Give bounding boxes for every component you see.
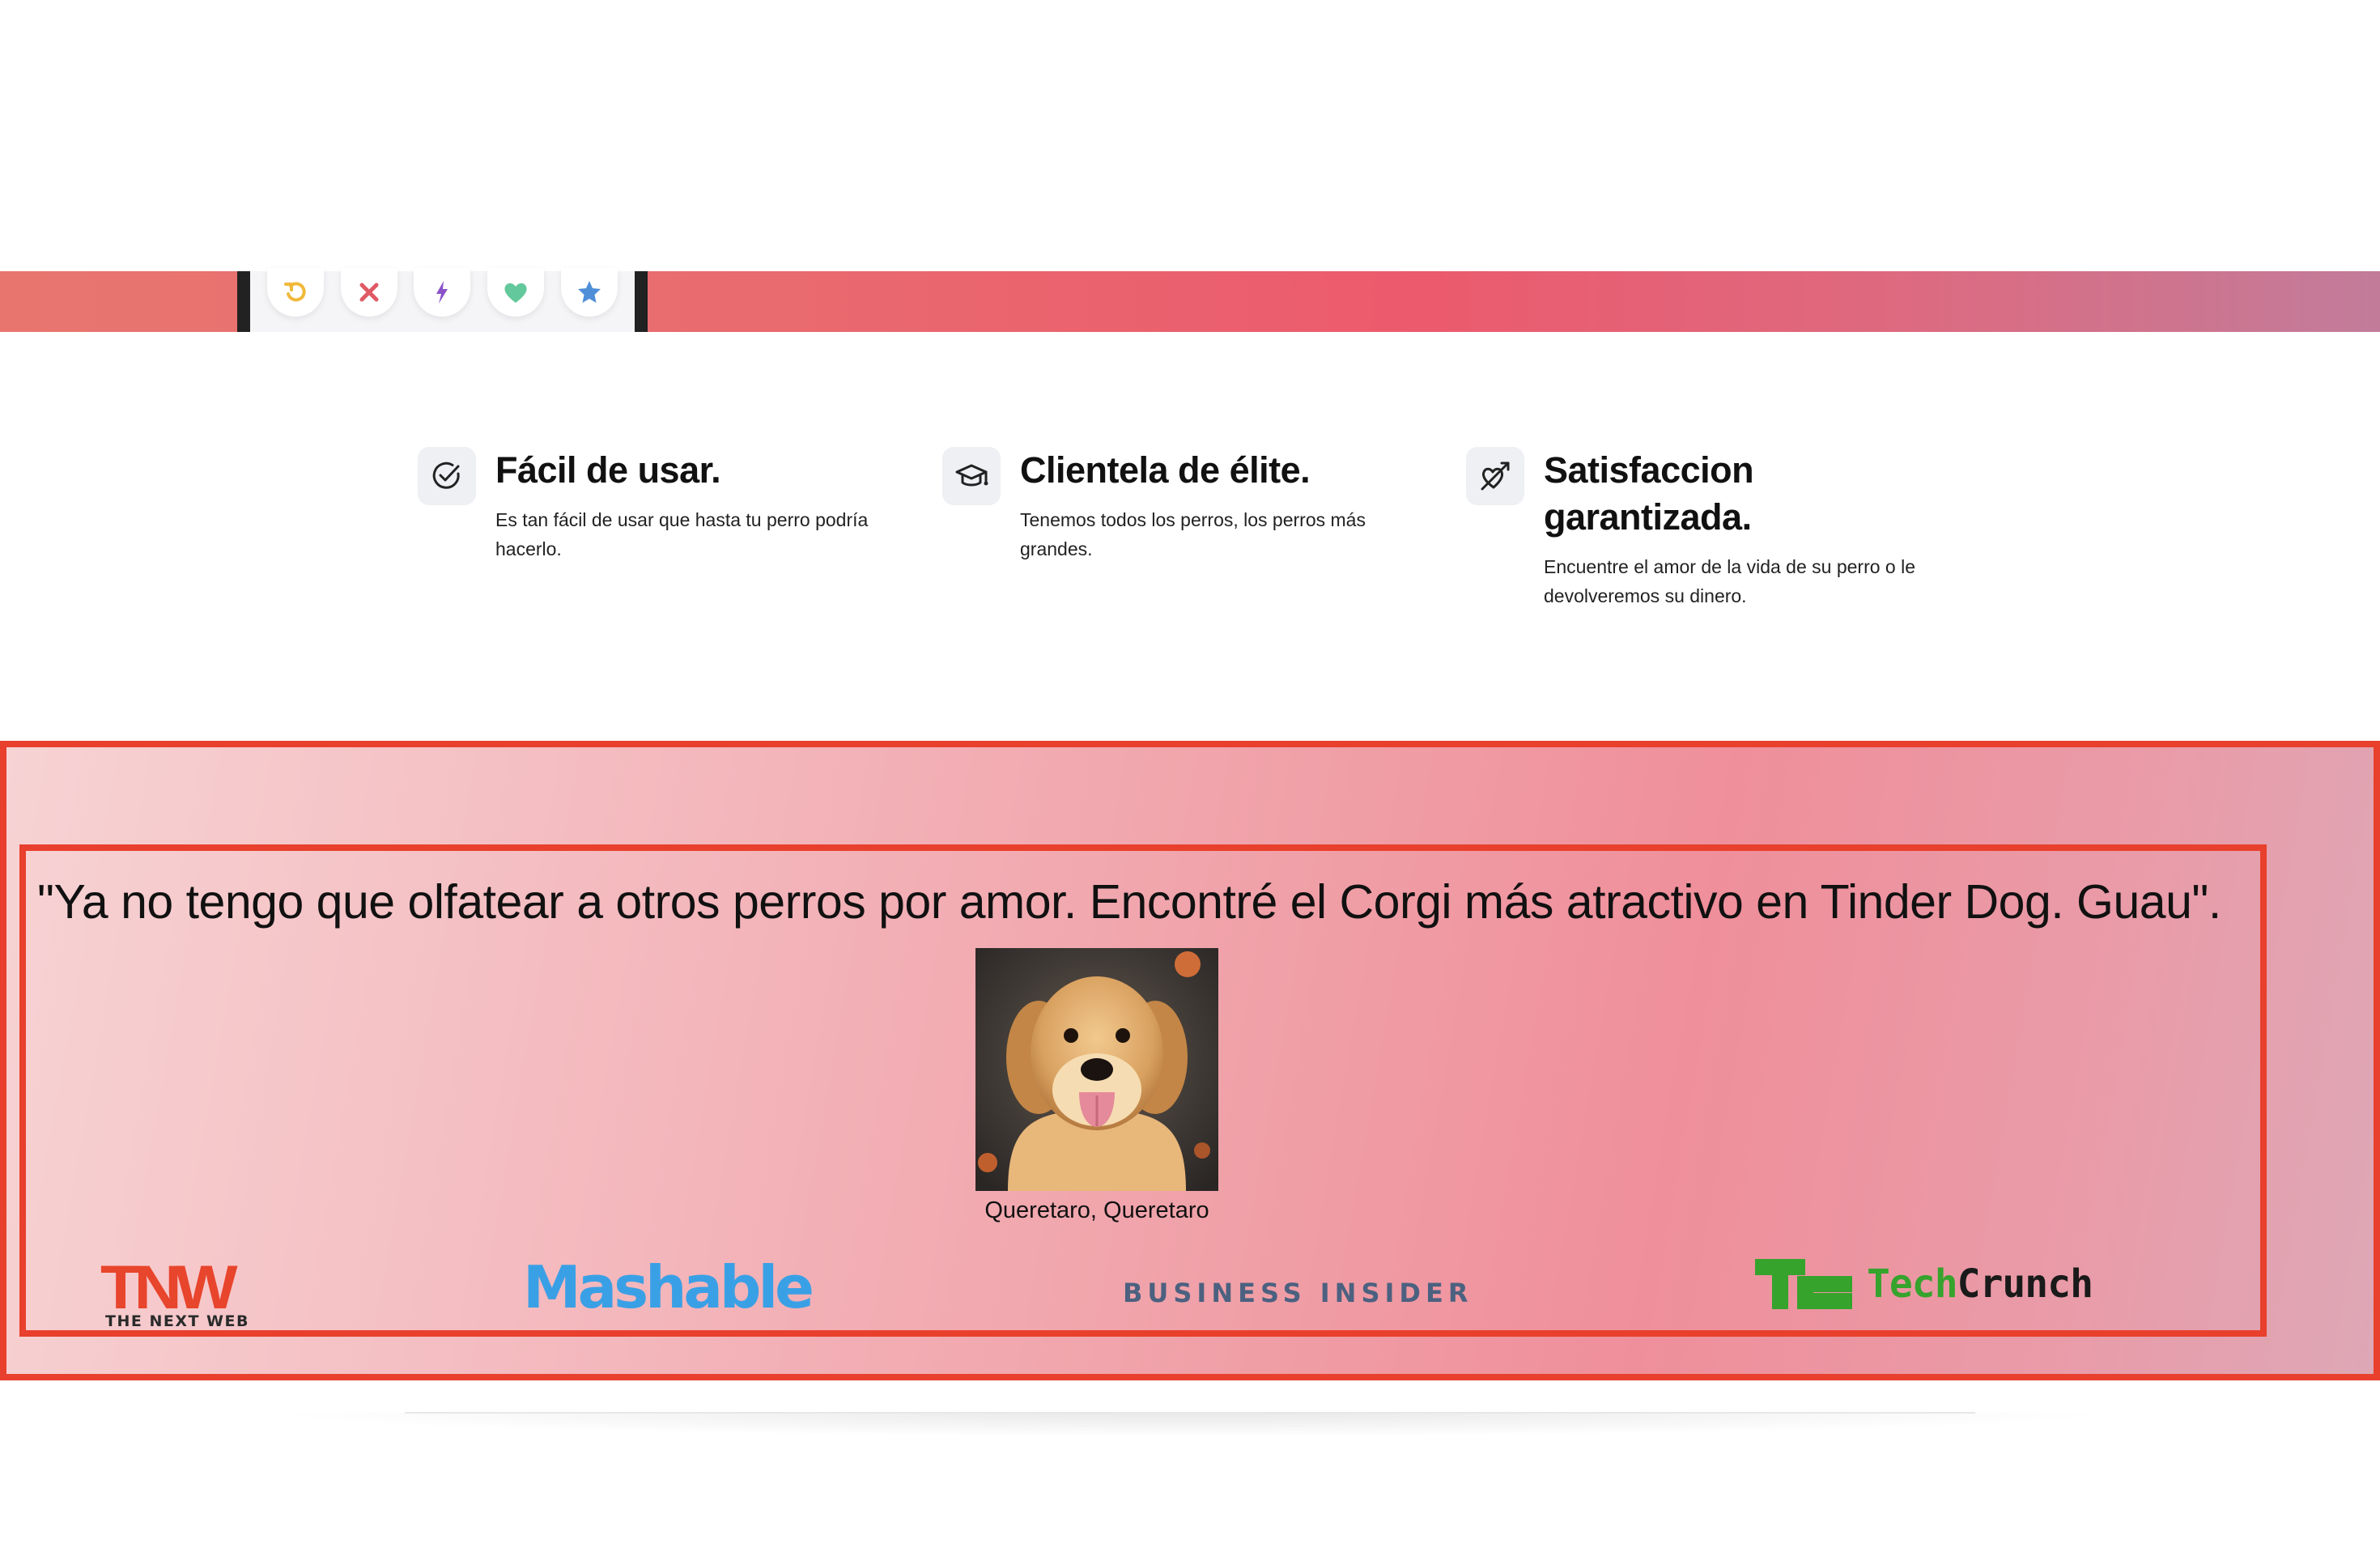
- testimonial-quote: "Ya no tengo que olfatear a otros perros…: [37, 875, 2221, 929]
- techcrunch-wordmark: TechCrunch: [1867, 1261, 2093, 1307]
- techcrunch-logo: TechCrunch: [1755, 1259, 2093, 1309]
- section-shadow: [259, 1413, 2121, 1437]
- tnw-mark: TNW: [100, 1253, 238, 1322]
- testimonial-dog-photo: [975, 948, 1218, 1191]
- feature-description: Es tan fácil de usar que hasta tu perro …: [495, 509, 869, 559]
- boost-button[interactable]: [414, 268, 471, 317]
- section-divider: [405, 1412, 1975, 1414]
- tnw-logo: TNW THE NEXT WEB: [100, 1257, 254, 1331]
- testimonial-section: "Ya no tengo que olfatear a otros perros…: [0, 741, 2380, 1380]
- feature-title: Clientela de élite.: [1020, 449, 1311, 491]
- star-icon: [578, 281, 601, 303]
- mashable-logo: Mashable: [523, 1253, 814, 1321]
- feature-description: Tenemos todos los perros, los perros más…: [1020, 509, 1366, 559]
- rewind-button[interactable]: [266, 268, 324, 317]
- business-insider-logo: BUSINESS INSIDER: [1123, 1278, 1473, 1308]
- phone-screen: [250, 268, 635, 332]
- nope-button[interactable]: [340, 268, 397, 317]
- close-icon: [359, 283, 379, 302]
- heart-icon: [504, 283, 527, 303]
- like-button[interactable]: [487, 268, 545, 317]
- check-circle-icon: [432, 461, 460, 489]
- techcrunch-mark-icon: [1755, 1259, 1852, 1309]
- feature-icon-box: [1466, 447, 1524, 505]
- rewind-icon: [283, 282, 306, 302]
- feature-icon-box: [418, 447, 476, 505]
- feature-title: Fácil de usar.: [495, 449, 721, 491]
- phone-mockup: [237, 268, 648, 332]
- testimonial-location: Queretaro, Queretaro: [984, 1197, 1209, 1223]
- feature-icon-box: [942, 447, 1001, 505]
- feature-description: Encuentre el amor de la vida de su perro…: [1544, 556, 1915, 606]
- graduation-cap-icon: [955, 464, 988, 487]
- super-like-button[interactable]: [561, 268, 618, 317]
- testimonial-carousel: "Ya no tengo que olfatear a otros perros…: [19, 844, 2267, 1337]
- feature-title: Satisfaccion garantizada.: [1544, 449, 1754, 538]
- heart-arrow-icon: [1481, 461, 1510, 491]
- golden-retriever-image: [975, 948, 1218, 1191]
- lightning-icon: [436, 281, 448, 304]
